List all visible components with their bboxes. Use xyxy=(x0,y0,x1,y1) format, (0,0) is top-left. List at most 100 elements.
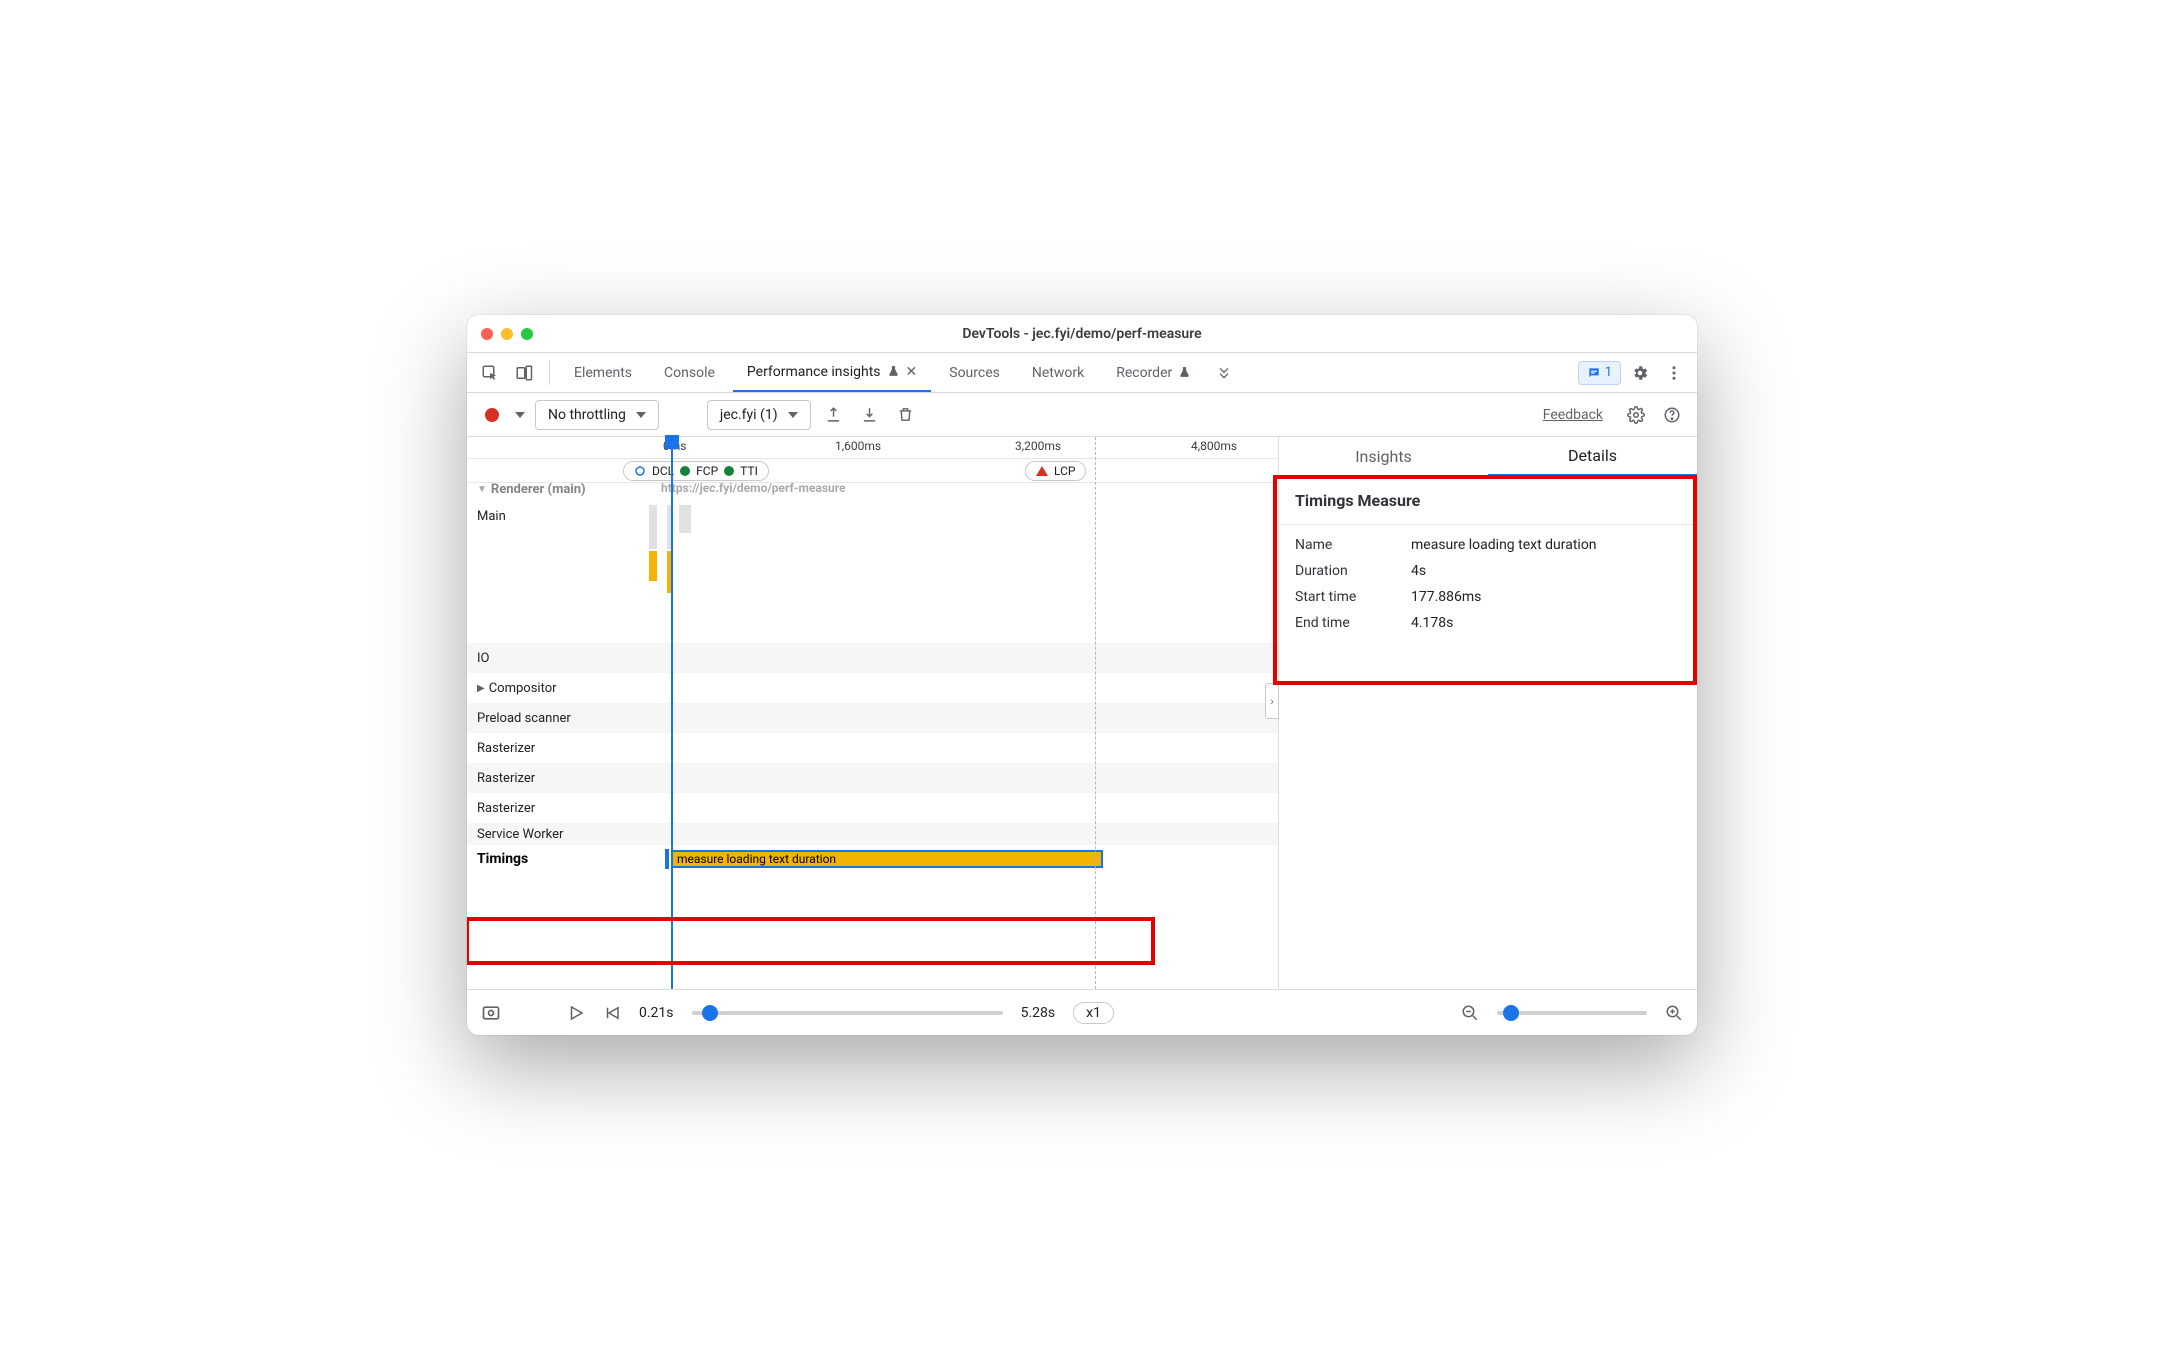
tracks-container: ▼Renderer (main) https://jec.fyi/demo/pe… xyxy=(467,483,1278,989)
lcp-guideline xyxy=(1095,437,1096,989)
device-toolbar-icon[interactable] xyxy=(509,358,539,388)
devtools-window: DevTools - jec.fyi/demo/perf-measure Ele… xyxy=(467,315,1697,1035)
play-button[interactable] xyxy=(567,1004,585,1022)
recording-value: jec.fyi (1) xyxy=(720,407,778,423)
track-label: Rasterizer xyxy=(477,801,535,816)
expand-arrow-icon: ▶ xyxy=(477,683,485,694)
chat-icon xyxy=(1587,366,1601,380)
traffic-lights xyxy=(467,328,533,340)
track-main[interactable]: Main xyxy=(467,503,1278,643)
track-label: Renderer (main) xyxy=(491,483,586,497)
tab-elements[interactable]: Elements xyxy=(560,353,646,392)
main-split: 0ms 1,600ms 3,200ms 4,800ms DCL FCP TTI … xyxy=(467,437,1697,989)
close-tab-icon[interactable]: ✕ xyxy=(906,364,918,380)
track-label: Preload scanner xyxy=(477,711,571,726)
playback-end-time: 5.28s xyxy=(1021,1005,1056,1021)
window-zoom-button[interactable] xyxy=(521,328,533,340)
measure-label: measure loading text duration xyxy=(677,852,836,866)
slider-thumb[interactable] xyxy=(702,1005,718,1021)
playback-slider[interactable] xyxy=(692,1011,1003,1015)
help-icon[interactable] xyxy=(1659,406,1685,424)
panel-title: Timings Measure xyxy=(1295,491,1681,510)
warning-triangle-icon xyxy=(1036,466,1048,476)
track-rasterizer[interactable]: Rasterizer xyxy=(467,733,1278,763)
track-label: Rasterizer xyxy=(477,741,535,756)
track-rasterizer[interactable]: Rasterizer xyxy=(467,793,1278,823)
playback-speed[interactable]: x1 xyxy=(1073,1002,1114,1024)
tab-details[interactable]: Details xyxy=(1488,437,1697,476)
separator xyxy=(1279,524,1697,525)
task-block[interactable] xyxy=(649,551,657,581)
track-preload-scanner[interactable]: Preload scanner xyxy=(467,703,1278,733)
sidebar-expand-handle[interactable]: › xyxy=(1265,683,1279,719)
tab-performance-insights[interactable]: Performance insights ✕ xyxy=(733,353,931,392)
lcp-marker[interactable]: LCP xyxy=(1025,461,1086,481)
export-icon[interactable] xyxy=(821,406,847,423)
window-minimize-button[interactable] xyxy=(501,328,513,340)
import-icon[interactable] xyxy=(857,406,883,423)
details-sidebar: Insights Details Timings Measure Namemea… xyxy=(1279,437,1697,989)
caret-down-icon xyxy=(788,412,798,418)
kv-value: measure loading text duration xyxy=(1411,537,1597,553)
issues-count: 1 xyxy=(1605,365,1612,380)
marker-lcp: LCP xyxy=(1054,464,1075,478)
collapse-arrow-icon: ▼ xyxy=(477,484,487,495)
task-block[interactable] xyxy=(649,505,657,549)
kv-key: Name xyxy=(1295,537,1411,553)
tab-recorder[interactable]: Recorder xyxy=(1102,353,1205,392)
tab-console[interactable]: Console xyxy=(650,353,729,392)
task-block[interactable] xyxy=(679,505,691,533)
track-label: Service Worker xyxy=(477,827,563,842)
track-service-worker[interactable]: Service Worker xyxy=(467,823,1278,845)
record-options-caret-icon[interactable] xyxy=(515,412,525,418)
panel-settings-icon[interactable] xyxy=(1623,406,1649,424)
kebab-menu-icon[interactable] xyxy=(1659,358,1689,388)
caret-down-icon xyxy=(636,412,646,418)
issues-badge[interactable]: 1 xyxy=(1578,361,1621,385)
time-ruler[interactable]: 0ms 1,600ms 3,200ms 4,800ms xyxy=(467,437,1278,459)
kv-duration: Duration4s xyxy=(1295,563,1681,579)
settings-icon[interactable] xyxy=(1625,358,1655,388)
tab-sources[interactable]: Sources xyxy=(935,353,1014,392)
playhead[interactable] xyxy=(671,437,673,989)
throttling-select[interactable]: No throttling xyxy=(535,400,659,430)
renderer-header[interactable]: ▼Renderer (main) https://jec.fyi/demo/pe… xyxy=(467,483,1278,503)
feedback-link[interactable]: Feedback xyxy=(1543,407,1603,423)
recording-select[interactable]: jec.fyi (1) xyxy=(707,400,811,430)
tab-network[interactable]: Network xyxy=(1018,353,1098,392)
tab-insights[interactable]: Insights xyxy=(1279,437,1488,476)
track-io[interactable]: IO xyxy=(467,643,1278,673)
timing-mark[interactable] xyxy=(665,849,669,869)
track-rasterizer[interactable]: Rasterizer xyxy=(467,763,1278,793)
more-tabs-icon[interactable] xyxy=(1209,358,1239,388)
delete-icon[interactable] xyxy=(893,406,919,423)
timings-label: Timings xyxy=(467,851,657,867)
web-vitals-markers[interactable]: DCL FCP TTI xyxy=(623,461,769,481)
panel-tab-strip: Elements Console Performance insights ✕ … xyxy=(467,353,1697,393)
slider-thumb[interactable] xyxy=(1503,1005,1519,1021)
zoom-slider[interactable] xyxy=(1497,1011,1647,1015)
record-button[interactable] xyxy=(479,408,505,422)
screenshot-toggle-icon[interactable] xyxy=(481,1003,501,1023)
kv-value: 4s xyxy=(1411,563,1426,579)
insights-toolbar: No throttling jec.fyi (1) Feedback xyxy=(467,393,1697,437)
track-label: Main xyxy=(477,509,506,524)
inspect-element-icon[interactable] xyxy=(475,358,505,388)
titlebar: DevTools - jec.fyi/demo/perf-measure xyxy=(467,315,1697,353)
timing-measure-bar[interactable]: measure loading text duration xyxy=(671,850,1103,868)
zoom-out-icon[interactable] xyxy=(1461,1004,1479,1022)
markers-row: DCL FCP TTI LCP xyxy=(467,459,1278,483)
rewind-button[interactable] xyxy=(603,1004,621,1022)
circle-icon xyxy=(634,465,646,477)
window-close-button[interactable] xyxy=(481,328,493,340)
tab-label: Performance insights xyxy=(747,364,881,380)
zoom-in-icon[interactable] xyxy=(1665,1004,1683,1022)
timings-track[interactable]: Timings measure loading text duration xyxy=(467,845,1278,873)
kv-value: 177.886ms xyxy=(1411,589,1481,605)
flask-icon xyxy=(1178,366,1191,379)
kv-key: Duration xyxy=(1295,563,1411,579)
marker-fcp: FCP xyxy=(696,464,718,478)
track-compositor[interactable]: ▶Compositor xyxy=(467,673,1278,703)
dot-icon xyxy=(724,466,734,476)
timeline-area[interactable]: 0ms 1,600ms 3,200ms 4,800ms DCL FCP TTI … xyxy=(467,437,1279,989)
